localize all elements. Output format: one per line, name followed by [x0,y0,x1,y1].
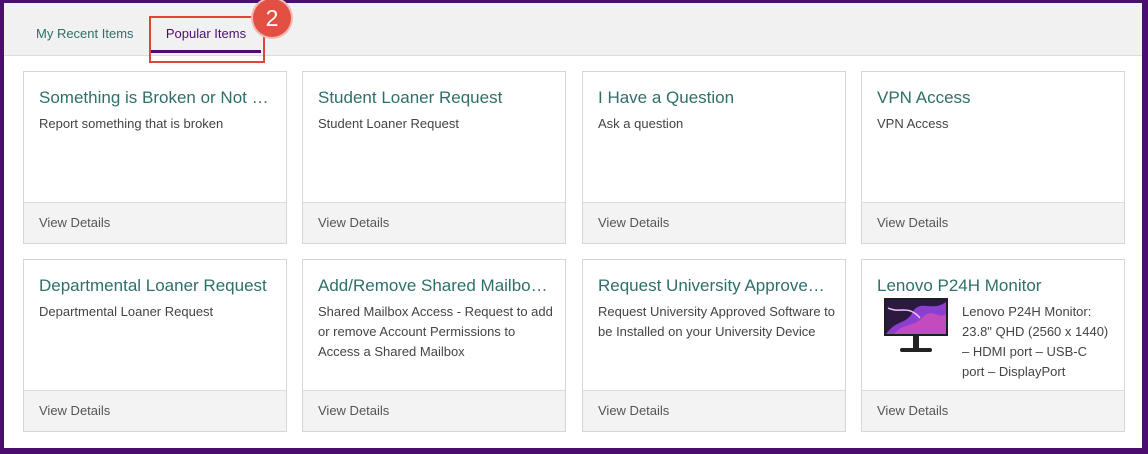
card-footer[interactable]: View Details [24,390,286,431]
card-description: Report something that is broken [39,116,224,131]
card-title[interactable]: Lenovo P24H Monitor [877,276,1113,296]
item-card[interactable]: VPN Access VPN Access View Details [861,71,1125,244]
item-card[interactable]: Student Loaner Request Student Loaner Re… [302,71,566,244]
view-details-link[interactable]: View Details [877,215,948,230]
card-description: Ask a question [598,116,684,131]
card-footer[interactable]: View Details [24,202,286,243]
card-description: Departmental Loaner Request [39,304,214,319]
view-details-link[interactable]: View Details [877,403,948,418]
item-card[interactable]: Departmental Loaner Request Departmental… [23,259,287,432]
card-title[interactable]: Something is Broken or Not … [39,88,275,108]
item-card[interactable]: Something is Broken or Not … Report some… [23,71,287,244]
card-footer[interactable]: View Details [303,390,565,431]
card-footer[interactable]: View Details [862,390,1124,431]
item-card[interactable]: Lenovo P24H Monitor Lenovo P24H Monitor:… [861,259,1125,432]
card-description: Request University Approved Software to … [598,304,836,339]
card-title[interactable]: VPN Access [877,88,1113,108]
view-details-link[interactable]: View Details [318,215,389,230]
item-card[interactable]: Request University Approve… Request Univ… [582,259,846,432]
card-footer[interactable]: View Details [583,390,845,431]
catalog-panel: My Recent Items Popular Items 2 Somethin… [4,0,1142,448]
annotation-step-badge: 2 [253,0,291,37]
item-card[interactable]: I Have a Question Ask a question View De… [582,71,846,244]
view-details-link[interactable]: View Details [39,215,110,230]
card-title[interactable]: Departmental Loaner Request [39,276,275,296]
view-details-link[interactable]: View Details [598,215,669,230]
card-title[interactable]: Student Loaner Request [318,88,554,108]
card-description: Lenovo P24H Monitor: 23.8" QHD (2560 x 1… [962,304,1109,379]
card-footer[interactable]: View Details [862,202,1124,243]
view-details-link[interactable]: View Details [39,403,110,418]
card-title[interactable]: Add/Remove Shared Mailbo… [318,276,554,296]
card-title[interactable]: I Have a Question [598,88,834,108]
monitor-image [884,298,948,352]
card-description: Student Loaner Request [318,116,459,131]
card-footer[interactable]: View Details [583,202,845,243]
tab-my-recent-items[interactable]: My Recent Items [36,21,134,55]
card-title[interactable]: Request University Approve… [598,276,834,296]
view-details-link[interactable]: View Details [598,403,669,418]
annotation-highlight-box [149,16,265,63]
view-details-link[interactable]: View Details [318,403,389,418]
card-footer[interactable]: View Details [303,202,565,243]
card-description: VPN Access [877,116,949,131]
card-description: Shared Mailbox Access - Request to add o… [318,304,553,359]
item-card[interactable]: Add/Remove Shared Mailbo… Shared Mailbox… [302,259,566,432]
